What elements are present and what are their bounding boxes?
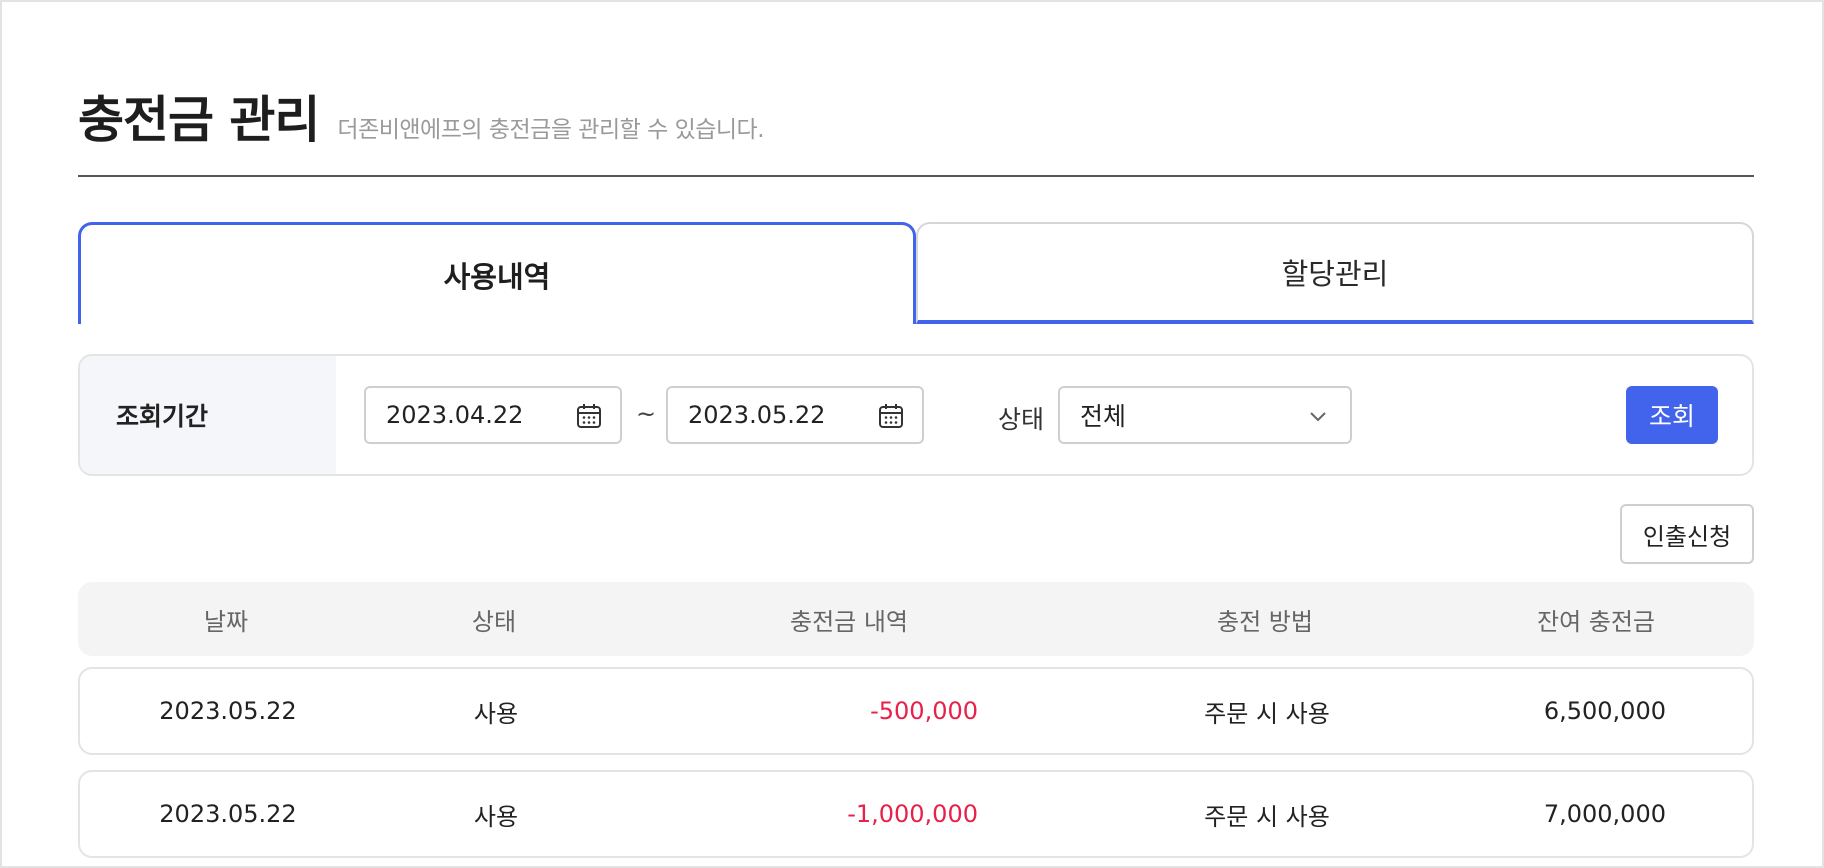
end-date-value: 2023.05.22 [688,401,826,429]
page-subtitle: 더존비앤에프의 충전금을 관리할 수 있습니다. [337,117,765,143]
filter-label-cell: 조회기간 [80,356,336,474]
cell-amount: -1,000,000 [847,800,978,828]
table-header: 날짜 상태 충전금 내역 충전 방법 잔여 충전금 [78,582,1754,656]
table-row: 2023.05.22 사용 -500,000 주문 시 사용 6,500,000 [78,667,1754,755]
column-header-date: 날짜 [203,607,249,636]
column-header-amount: 충전금 내역 [789,607,909,636]
status-select[interactable]: 전체 [1058,386,1352,444]
cell-date: 2023.05.22 [159,697,297,725]
cell-method: 주문 시 사용 [1204,699,1330,728]
tab-usage-history[interactable]: 사용내역 [78,222,916,324]
column-header-balance: 잔여 충전금 [1536,607,1656,636]
cell-status: 사용 [473,699,519,728]
tab-bar: 사용내역 할당관리 [78,222,1754,324]
status-label: 상태 [998,405,1045,434]
start-date-value: 2023.04.22 [386,401,524,429]
title-divider [78,175,1754,177]
cell-status: 사용 [473,802,519,831]
cell-method: 주문 시 사용 [1204,802,1330,831]
page-header: 충전금 관리 더존비앤에프의 충전금을 관리할 수 있습니다. [78,80,765,152]
search-filter: 조회기간 2023.04.22 ~ 2023.05.22 상태 전체 조회 [78,354,1754,476]
start-date-input[interactable]: 2023.04.22 [364,386,622,444]
cell-amount: -500,000 [870,697,978,725]
withdraw-request-button[interactable]: 인출신청 [1620,504,1754,564]
page-frame: 충전금 관리 더존비앤에프의 충전금을 관리할 수 있습니다. 사용내역 할당관… [0,0,1824,868]
search-button[interactable]: 조회 [1626,386,1718,444]
chevron-down-icon [1310,412,1326,422]
cell-balance: 6,500,000 [1543,697,1666,725]
calendar-icon[interactable] [576,403,602,429]
table-row: 2023.05.22 사용 -1,000,000 주문 시 사용 7,000,0… [78,770,1754,858]
page-title: 충전금 관리 [78,91,320,149]
cell-date: 2023.05.22 [159,800,297,828]
calendar-icon[interactable] [878,403,904,429]
column-header-status: 상태 [471,607,517,636]
end-date-input[interactable]: 2023.05.22 [666,386,924,444]
tab-allocation[interactable]: 할당관리 [916,222,1754,324]
period-label: 조회기간 [116,402,209,431]
date-range-separator: ~ [636,400,657,428]
column-header-method: 충전 방법 [1217,607,1313,636]
status-select-value: 전체 [1080,402,1127,431]
cell-balance: 7,000,000 [1543,800,1666,828]
